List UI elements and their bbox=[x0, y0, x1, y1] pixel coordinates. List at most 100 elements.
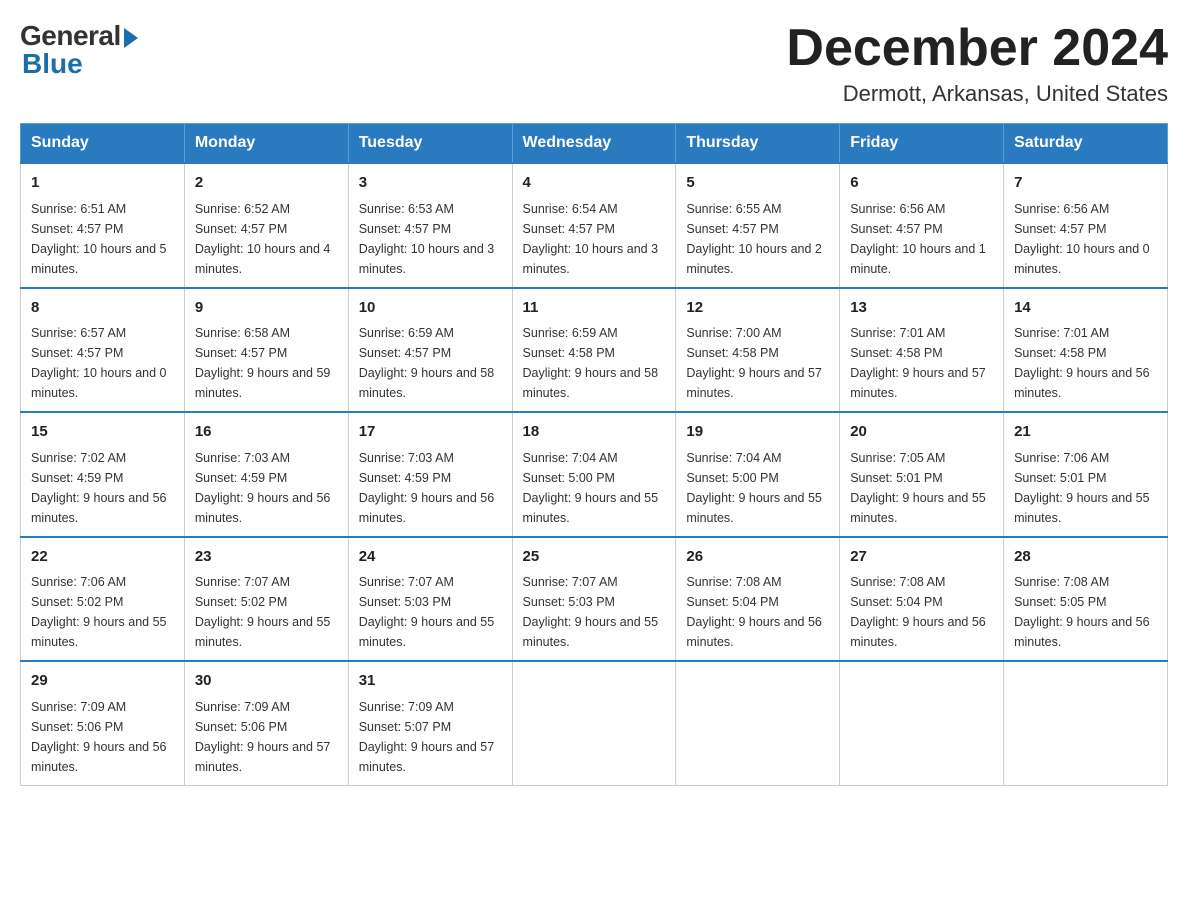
day-info: Sunrise: 7:07 AM Sunset: 5:03 PM Dayligh… bbox=[359, 572, 502, 652]
table-row: 5 Sunrise: 6:55 AM Sunset: 4:57 PM Dayli… bbox=[676, 163, 840, 288]
day-number: 6 bbox=[850, 172, 993, 195]
day-number: 9 bbox=[195, 297, 338, 320]
table-row: 31 Sunrise: 7:09 AM Sunset: 5:07 PM Dayl… bbox=[348, 661, 512, 785]
table-row: 25 Sunrise: 7:07 AM Sunset: 5:03 PM Dayl… bbox=[512, 537, 676, 662]
calendar-week-row: 22 Sunrise: 7:06 AM Sunset: 5:02 PM Dayl… bbox=[21, 537, 1168, 662]
table-row: 30 Sunrise: 7:09 AM Sunset: 5:06 PM Dayl… bbox=[184, 661, 348, 785]
day-info: Sunrise: 6:54 AM Sunset: 4:57 PM Dayligh… bbox=[523, 199, 666, 279]
day-number: 16 bbox=[195, 421, 338, 444]
table-row: 14 Sunrise: 7:01 AM Sunset: 4:58 PM Dayl… bbox=[1004, 288, 1168, 413]
day-number: 10 bbox=[359, 297, 502, 320]
day-info: Sunrise: 7:01 AM Sunset: 4:58 PM Dayligh… bbox=[850, 323, 993, 403]
day-number: 22 bbox=[31, 546, 174, 569]
header-saturday: Saturday bbox=[1004, 124, 1168, 164]
table-row: 13 Sunrise: 7:01 AM Sunset: 4:58 PM Dayl… bbox=[840, 288, 1004, 413]
calendar-table: Sunday Monday Tuesday Wednesday Thursday… bbox=[20, 123, 1168, 786]
header-friday: Friday bbox=[840, 124, 1004, 164]
day-info: Sunrise: 7:04 AM Sunset: 5:00 PM Dayligh… bbox=[523, 448, 666, 528]
day-info: Sunrise: 7:08 AM Sunset: 5:04 PM Dayligh… bbox=[686, 572, 829, 652]
day-info: Sunrise: 6:56 AM Sunset: 4:57 PM Dayligh… bbox=[850, 199, 993, 279]
header-thursday: Thursday bbox=[676, 124, 840, 164]
day-number: 18 bbox=[523, 421, 666, 444]
day-number: 27 bbox=[850, 546, 993, 569]
table-row: 27 Sunrise: 7:08 AM Sunset: 5:04 PM Dayl… bbox=[840, 537, 1004, 662]
day-info: Sunrise: 7:02 AM Sunset: 4:59 PM Dayligh… bbox=[31, 448, 174, 528]
calendar-week-row: 1 Sunrise: 6:51 AM Sunset: 4:57 PM Dayli… bbox=[21, 163, 1168, 288]
day-number: 4 bbox=[523, 172, 666, 195]
logo: General Blue bbox=[20, 20, 138, 80]
table-row: 10 Sunrise: 6:59 AM Sunset: 4:57 PM Dayl… bbox=[348, 288, 512, 413]
table-row: 16 Sunrise: 7:03 AM Sunset: 4:59 PM Dayl… bbox=[184, 412, 348, 537]
day-number: 14 bbox=[1014, 297, 1157, 320]
table-row: 15 Sunrise: 7:02 AM Sunset: 4:59 PM Dayl… bbox=[21, 412, 185, 537]
day-number: 19 bbox=[686, 421, 829, 444]
day-info: Sunrise: 6:59 AM Sunset: 4:57 PM Dayligh… bbox=[359, 323, 502, 403]
day-number: 3 bbox=[359, 172, 502, 195]
table-row: 12 Sunrise: 7:00 AM Sunset: 4:58 PM Dayl… bbox=[676, 288, 840, 413]
day-number: 7 bbox=[1014, 172, 1157, 195]
table-row: 20 Sunrise: 7:05 AM Sunset: 5:01 PM Dayl… bbox=[840, 412, 1004, 537]
table-row: 22 Sunrise: 7:06 AM Sunset: 5:02 PM Dayl… bbox=[21, 537, 185, 662]
table-row: 21 Sunrise: 7:06 AM Sunset: 5:01 PM Dayl… bbox=[1004, 412, 1168, 537]
day-number: 23 bbox=[195, 546, 338, 569]
day-info: Sunrise: 6:55 AM Sunset: 4:57 PM Dayligh… bbox=[686, 199, 829, 279]
logo-blue-text: Blue bbox=[20, 48, 83, 80]
table-row: 2 Sunrise: 6:52 AM Sunset: 4:57 PM Dayli… bbox=[184, 163, 348, 288]
table-row bbox=[512, 661, 676, 785]
table-row: 23 Sunrise: 7:07 AM Sunset: 5:02 PM Dayl… bbox=[184, 537, 348, 662]
day-number: 24 bbox=[359, 546, 502, 569]
day-number: 2 bbox=[195, 172, 338, 195]
day-info: Sunrise: 7:09 AM Sunset: 5:07 PM Dayligh… bbox=[359, 697, 502, 777]
logo-arrow-icon bbox=[124, 28, 138, 48]
page-header: General Blue December 2024 Dermott, Arka… bbox=[20, 20, 1168, 107]
calendar-week-row: 8 Sunrise: 6:57 AM Sunset: 4:57 PM Dayli… bbox=[21, 288, 1168, 413]
header-monday: Monday bbox=[184, 124, 348, 164]
day-number: 31 bbox=[359, 670, 502, 693]
calendar-week-row: 15 Sunrise: 7:02 AM Sunset: 4:59 PM Dayl… bbox=[21, 412, 1168, 537]
day-info: Sunrise: 7:00 AM Sunset: 4:58 PM Dayligh… bbox=[686, 323, 829, 403]
calendar-header-row: Sunday Monday Tuesday Wednesday Thursday… bbox=[21, 124, 1168, 164]
header-tuesday: Tuesday bbox=[348, 124, 512, 164]
day-info: Sunrise: 7:03 AM Sunset: 4:59 PM Dayligh… bbox=[195, 448, 338, 528]
table-row: 7 Sunrise: 6:56 AM Sunset: 4:57 PM Dayli… bbox=[1004, 163, 1168, 288]
table-row: 24 Sunrise: 7:07 AM Sunset: 5:03 PM Dayl… bbox=[348, 537, 512, 662]
table-row: 18 Sunrise: 7:04 AM Sunset: 5:00 PM Dayl… bbox=[512, 412, 676, 537]
table-row: 29 Sunrise: 7:09 AM Sunset: 5:06 PM Dayl… bbox=[21, 661, 185, 785]
day-info: Sunrise: 6:51 AM Sunset: 4:57 PM Dayligh… bbox=[31, 199, 174, 279]
day-info: Sunrise: 7:08 AM Sunset: 5:05 PM Dayligh… bbox=[1014, 572, 1157, 652]
day-info: Sunrise: 7:06 AM Sunset: 5:02 PM Dayligh… bbox=[31, 572, 174, 652]
header-wednesday: Wednesday bbox=[512, 124, 676, 164]
table-row: 4 Sunrise: 6:54 AM Sunset: 4:57 PM Dayli… bbox=[512, 163, 676, 288]
day-number: 17 bbox=[359, 421, 502, 444]
day-info: Sunrise: 6:53 AM Sunset: 4:57 PM Dayligh… bbox=[359, 199, 502, 279]
day-number: 29 bbox=[31, 670, 174, 693]
day-number: 13 bbox=[850, 297, 993, 320]
day-info: Sunrise: 7:01 AM Sunset: 4:58 PM Dayligh… bbox=[1014, 323, 1157, 403]
day-info: Sunrise: 6:56 AM Sunset: 4:57 PM Dayligh… bbox=[1014, 199, 1157, 279]
location: Dermott, Arkansas, United States bbox=[786, 81, 1168, 107]
table-row: 26 Sunrise: 7:08 AM Sunset: 5:04 PM Dayl… bbox=[676, 537, 840, 662]
day-info: Sunrise: 7:06 AM Sunset: 5:01 PM Dayligh… bbox=[1014, 448, 1157, 528]
day-number: 20 bbox=[850, 421, 993, 444]
table-row: 3 Sunrise: 6:53 AM Sunset: 4:57 PM Dayli… bbox=[348, 163, 512, 288]
table-row: 1 Sunrise: 6:51 AM Sunset: 4:57 PM Dayli… bbox=[21, 163, 185, 288]
day-info: Sunrise: 6:52 AM Sunset: 4:57 PM Dayligh… bbox=[195, 199, 338, 279]
table-row bbox=[676, 661, 840, 785]
day-number: 8 bbox=[31, 297, 174, 320]
day-info: Sunrise: 7:08 AM Sunset: 5:04 PM Dayligh… bbox=[850, 572, 993, 652]
day-info: Sunrise: 7:07 AM Sunset: 5:02 PM Dayligh… bbox=[195, 572, 338, 652]
day-number: 5 bbox=[686, 172, 829, 195]
table-row bbox=[1004, 661, 1168, 785]
table-row: 6 Sunrise: 6:56 AM Sunset: 4:57 PM Dayli… bbox=[840, 163, 1004, 288]
day-info: Sunrise: 7:05 AM Sunset: 5:01 PM Dayligh… bbox=[850, 448, 993, 528]
table-row: 8 Sunrise: 6:57 AM Sunset: 4:57 PM Dayli… bbox=[21, 288, 185, 413]
title-section: December 2024 Dermott, Arkansas, United … bbox=[786, 20, 1168, 107]
day-number: 21 bbox=[1014, 421, 1157, 444]
table-row: 28 Sunrise: 7:08 AM Sunset: 5:05 PM Dayl… bbox=[1004, 537, 1168, 662]
table-row: 19 Sunrise: 7:04 AM Sunset: 5:00 PM Dayl… bbox=[676, 412, 840, 537]
day-number: 25 bbox=[523, 546, 666, 569]
day-number: 12 bbox=[686, 297, 829, 320]
calendar-week-row: 29 Sunrise: 7:09 AM Sunset: 5:06 PM Dayl… bbox=[21, 661, 1168, 785]
table-row: 11 Sunrise: 6:59 AM Sunset: 4:58 PM Dayl… bbox=[512, 288, 676, 413]
table-row: 17 Sunrise: 7:03 AM Sunset: 4:59 PM Dayl… bbox=[348, 412, 512, 537]
